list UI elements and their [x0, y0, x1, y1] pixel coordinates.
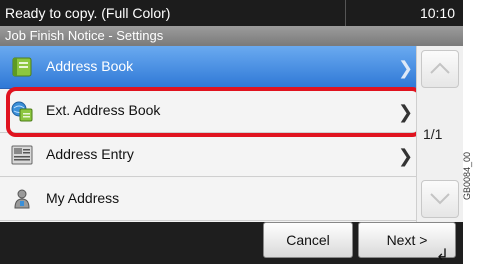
list-item-my-address[interactable]: My Address	[0, 178, 416, 221]
chevron-right-icon: ❯	[398, 102, 414, 123]
panel-screen: Ready to copy. (Full Color) 10:10 Job Fi…	[0, 0, 463, 264]
list-item-label: My Address	[46, 190, 120, 206]
page-indicator: 1/1	[423, 126, 443, 142]
list-item-address-entry[interactable]: Address Entry ❯	[0, 134, 416, 177]
next-button-label: Next >	[386, 232, 428, 248]
address-book-icon	[10, 56, 34, 78]
status-time: 10:10	[419, 5, 455, 21]
status-message: Ready to copy. (Full Color)	[5, 5, 171, 21]
list-item-label: Address Book	[46, 58, 134, 74]
address-entry-icon	[10, 144, 34, 166]
figure-code: GB0084_00	[462, 151, 472, 200]
chevron-up-icon	[430, 62, 450, 74]
bottom-bar: Cancel Next > ↲	[0, 222, 463, 264]
scroll-column: 1/1	[416, 46, 463, 222]
status-bar: Ready to copy. (Full Color) 10:10	[0, 0, 463, 26]
next-button[interactable]: Next > ↲	[358, 222, 456, 264]
chevron-right-icon: ❯	[398, 58, 414, 79]
my-address-icon	[10, 188, 34, 210]
list-item-label: Address Entry	[46, 146, 134, 162]
address-list: Address Book ❯ Ext. Address Book ❯ Addre…	[0, 46, 416, 222]
list-item-label: Ext. Address Book	[46, 102, 161, 118]
status-divider	[345, 0, 346, 26]
chevron-down-icon	[430, 193, 450, 205]
subtitle-bar: Job Finish Notice - Settings	[0, 26, 463, 46]
screen-title: Job Finish Notice - Settings	[5, 28, 164, 43]
scroll-down-button[interactable]	[421, 180, 459, 218]
enter-icon: ↲	[435, 245, 449, 264]
cancel-button[interactable]: Cancel	[263, 222, 353, 258]
chevron-right-icon: ❯	[398, 146, 414, 167]
list-item-ext-address-book[interactable]: Ext. Address Book ❯	[0, 90, 416, 133]
scroll-up-button[interactable]	[421, 50, 459, 88]
ext-address-book-icon	[10, 100, 34, 122]
list-item-address-book[interactable]: Address Book ❯	[0, 46, 416, 89]
